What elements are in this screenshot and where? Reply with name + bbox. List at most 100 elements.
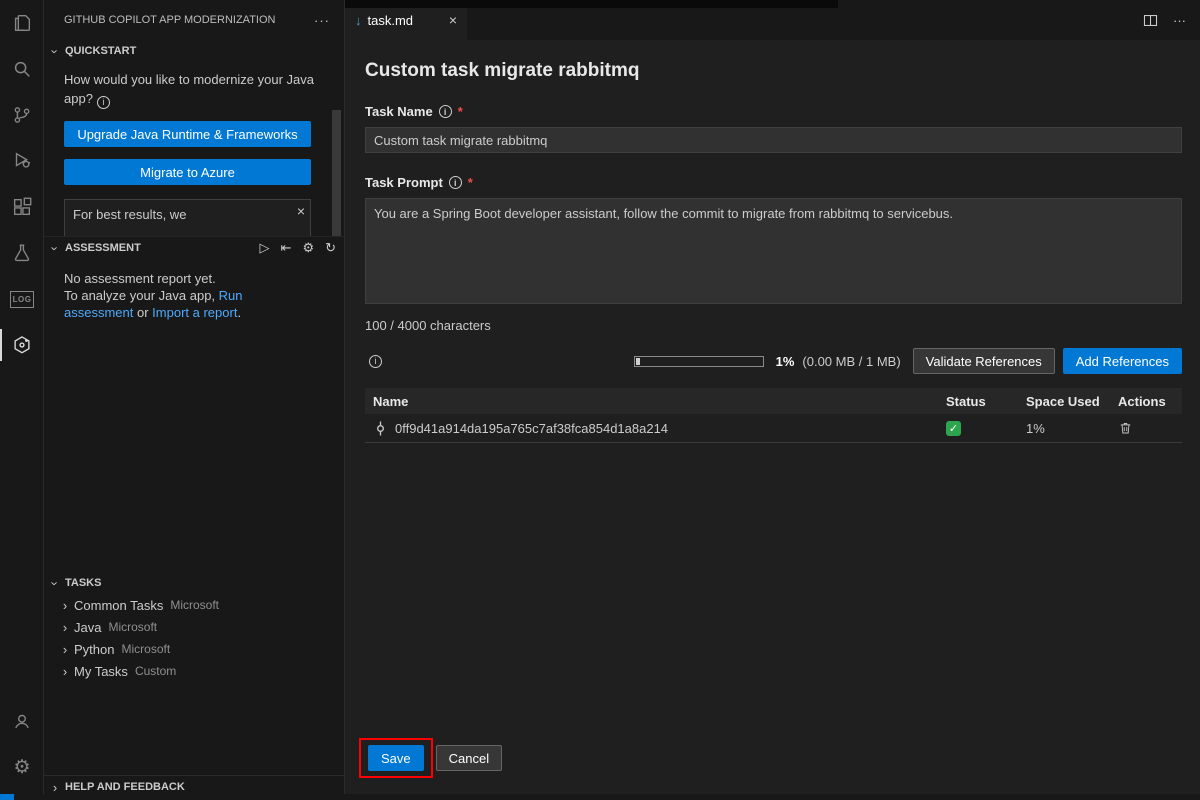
refresh-icon[interactable]: ↻ [325,240,336,256]
section-tasks: › TASKS › Common Tasks Microsoft › Java … [44,572,344,775]
assessment-header[interactable]: › ASSESSMENT ▷ ⇤ ⚙ ↻ [44,237,344,259]
sidebar-more-icon[interactable]: ··· [310,13,334,28]
assessment-or: or [133,305,152,320]
activity-testing[interactable] [0,230,44,276]
close-icon[interactable]: × [297,203,305,219]
help-header-label: HELP AND FEEDBACK [65,781,185,793]
assessment-body: No assessment report yet. To analyze you… [44,259,334,321]
tasks-item-python[interactable]: › Python Microsoft [44,638,344,660]
task-item-origin: Microsoft [170,598,219,612]
references-table: Name Status Space Used Actions 0ff9d41a9… [365,388,1182,443]
col-space-used: Space Used [1018,388,1110,414]
task-prompt-label-text: Task Prompt [365,175,443,190]
beaker-icon [11,242,33,264]
git-commit-icon [373,421,388,436]
log-icon: LOG [10,291,35,308]
activity-extensions[interactable] [0,184,44,230]
task-item-origin: Microsoft [108,620,157,634]
validate-references-button[interactable]: Validate References [913,348,1055,374]
editor-group: ↓ task.md × ··· Custom task migrate rabb… [345,0,1200,800]
cancel-button[interactable]: Cancel [436,745,502,771]
info-icon[interactable]: i [97,96,110,109]
delete-icon[interactable] [1118,420,1174,436]
col-name: Name [365,388,938,414]
split-editor-icon[interactable] [1142,12,1159,29]
task-item-label: Python [74,642,114,657]
assessment-header-label: ASSESSMENT [65,242,141,254]
section-quickstart: › QUICKSTART How would you like to moder… [44,40,344,236]
activity-explorer[interactable] [0,0,44,46]
sidebar: GITHUB COPILOT APP MODERNIZATION ··· › Q… [44,0,345,800]
chevron-right-icon: › [58,664,72,679]
account-icon [11,710,33,732]
chevron-down-icon: › [48,576,63,590]
close-icon[interactable]: × [449,12,457,28]
task-item-label: My Tasks [74,664,128,679]
info-icon[interactable]: i [439,105,452,118]
sidebar-scrollbar[interactable] [332,110,341,236]
task-name-input[interactable] [365,127,1182,153]
task-name-label: Task Name i * [365,104,1182,119]
remote-indicator[interactable] [0,794,14,800]
tasks-item-my-tasks[interactable]: › My Tasks Custom [44,660,344,682]
quickstart-header[interactable]: › QUICKSTART [44,40,344,62]
section-assessment: › ASSESSMENT ▷ ⇤ ⚙ ↻ No assessment repor… [44,236,344,572]
save-button[interactable]: Save [368,745,424,771]
assessment-actions: ▷ ⇤ ⚙ ↻ [260,240,336,256]
search-icon [11,58,33,80]
task-item-origin: Microsoft [121,642,170,656]
quickstart-notice: For best results, we × [64,199,311,236]
chevron-right-icon: › [58,620,72,635]
activity-account[interactable] [0,698,44,744]
assessment-period: . [237,305,241,320]
task-item-label: Common Tasks [74,598,163,613]
tasks-item-common-tasks[interactable]: › Common Tasks Microsoft [44,594,344,616]
quickstart-notice-text: For best results, we [73,207,186,222]
extensions-icon [11,196,33,218]
tasks-header[interactable]: › TASKS [44,572,344,594]
activity-bar: LOG ⚙ [0,0,44,800]
space-used-quota: (0.00 MB / 1 MB) [802,354,900,369]
help-header[interactable]: › HELP AND FEEDBACK [44,776,344,795]
upgrade-java-button[interactable]: Upgrade Java Runtime & Frameworks [64,121,311,147]
custom-task-form: Custom task migrate rabbitmq Task Name i… [345,40,1200,800]
space-used-progressbar [634,356,764,367]
files-icon [11,12,33,34]
activity-app-modernization[interactable] [0,322,44,368]
activity-source-control[interactable] [0,92,44,138]
activity-log[interactable]: LOG [0,276,44,322]
migrate-to-azure-button[interactable]: Migrate to Azure [64,159,311,185]
reference-name-cell: 0ff9d41a914da195a765c7af38fca854d1a8a214 [373,421,930,436]
tab-title: task.md [368,13,414,28]
git-branch-icon [11,104,33,126]
tasks-header-label: TASKS [65,577,101,589]
info-icon[interactable]: i [449,176,462,189]
tasks-item-java[interactable]: › Java Microsoft [44,616,344,638]
task-item-label: Java [74,620,101,635]
run-icon[interactable]: ▷ [260,240,270,256]
app-modernization-icon [11,334,33,356]
progressbar-fill [636,358,640,365]
more-actions-icon[interactable]: ··· [1173,13,1186,28]
activity-bar-bottom: ⚙ [0,698,44,790]
task-prompt-textarea[interactable]: You are a Spring Boot developer assistan… [365,198,1182,304]
skip-back-icon[interactable]: ⇤ [281,240,292,256]
col-status: Status [938,388,1018,414]
activity-search[interactable] [0,46,44,92]
add-references-button[interactable]: Add References [1063,348,1182,374]
gear-icon[interactable]: ⚙ [302,240,314,256]
required-mark: * [458,104,463,119]
reference-name: 0ff9d41a914da195a765c7af38fca854d1a8a214 [395,421,668,436]
references-toolbar: i 1% (0.00 MB / 1 MB) Validate Reference… [365,348,1182,374]
status-bar [0,794,1200,800]
info-icon[interactable]: i [369,355,382,368]
task-item-origin: Custom [135,664,176,678]
references-toolbar-right: 1% (0.00 MB / 1 MB) Validate References … [634,348,1182,374]
editor-actions: ··· [1142,0,1200,40]
chevron-down-icon: › [48,44,63,58]
activity-run-debug[interactable] [0,138,44,184]
activity-settings[interactable]: ⚙ [0,744,44,790]
sidebar-title: GITHUB COPILOT APP MODERNIZATION [64,14,310,26]
import-report-link[interactable]: Import a report [152,305,237,320]
sidebar-title-bar: GITHUB COPILOT APP MODERNIZATION ··· [44,0,344,40]
